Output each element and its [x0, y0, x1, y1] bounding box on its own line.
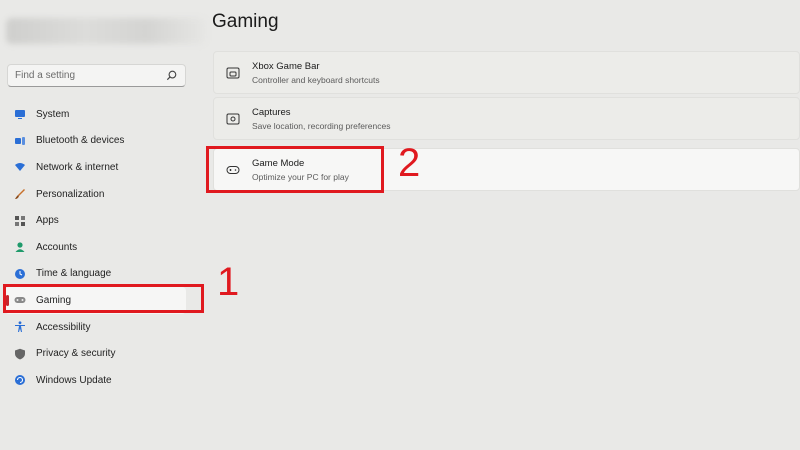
sidebar-item-personalization[interactable]: Personalization	[5, 181, 186, 208]
search-input[interactable]: Find a setting	[7, 64, 186, 87]
card-title: Captures	[252, 107, 291, 118]
sidebar-item-windows-update[interactable]: Windows Update	[5, 367, 186, 394]
sidebar-item-apps[interactable]: Apps	[5, 207, 186, 234]
card-subtitle: Controller and keyboard shortcuts	[252, 75, 380, 85]
update-icon	[14, 374, 26, 386]
sidebar-item-label: Accessibility	[36, 321, 91, 333]
capture-icon	[226, 113, 240, 125]
setting-card-xbox-game-bar[interactable]: Xbox Game Bar Controller and keyboard sh…	[213, 51, 800, 94]
sidebar-item-accessibility[interactable]: Accessibility	[5, 314, 186, 341]
card-title: Xbox Game Bar	[252, 61, 320, 72]
sidebar-item-label: Accounts	[36, 241, 78, 253]
apps-icon	[14, 215, 26, 227]
sidebar-item-privacy-security[interactable]: Privacy & security	[5, 340, 186, 367]
sidebar-item-network[interactable]: Network & internet	[5, 154, 186, 181]
sidebar: Find a setting System Bluetooth & device…	[0, 0, 206, 450]
game-bar-icon	[226, 67, 240, 79]
card-subtitle: Save location, recording preferences	[252, 121, 391, 131]
blurred-user-profile	[6, 18, 206, 44]
sidebar-item-label: Time & language	[36, 268, 112, 280]
sidebar-item-label: Bluetooth & devices	[36, 135, 125, 147]
page-title: Gaming	[212, 11, 279, 32]
sidebar-item-system[interactable]: System	[5, 101, 186, 128]
bluetooth-icon	[14, 135, 26, 147]
sidebar-item-label: Apps	[36, 215, 59, 227]
annotation-box-gaming	[3, 284, 204, 313]
sidebar-item-accounts[interactable]: Accounts	[5, 234, 186, 261]
sidebar-item-label: Privacy & security	[36, 348, 116, 360]
sidebar-nav: System Bluetooth & devices Network & int…	[5, 101, 186, 394]
wifi-icon	[14, 161, 26, 173]
globe-clock-icon	[14, 268, 26, 280]
annotation-box-game-mode	[206, 146, 384, 193]
sidebar-item-label: Network & internet	[36, 161, 119, 173]
brush-icon	[14, 188, 26, 200]
annotation-step-1: 1	[217, 260, 240, 304]
sidebar-item-label: System	[36, 108, 70, 120]
person-icon	[14, 241, 26, 253]
accessibility-icon	[14, 321, 26, 333]
sidebar-item-bluetooth[interactable]: Bluetooth & devices	[5, 128, 186, 155]
search-icon[interactable]	[165, 69, 178, 82]
search-placeholder: Find a setting	[15, 70, 76, 81]
shield-icon	[14, 348, 26, 360]
setting-card-captures[interactable]: Captures Save location, recording prefer…	[213, 97, 800, 140]
annotation-step-2: 2	[398, 141, 421, 185]
monitor-icon	[14, 108, 26, 120]
sidebar-item-label: Windows Update	[36, 374, 112, 386]
sidebar-item-label: Personalization	[36, 188, 105, 200]
